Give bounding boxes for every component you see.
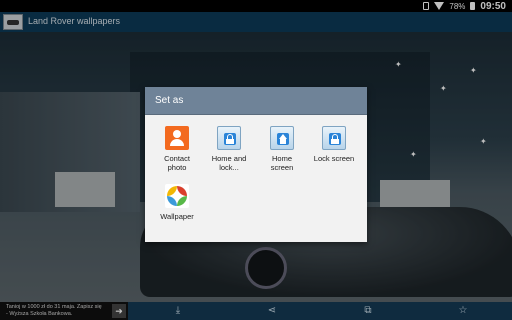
lock-badge-icon [224, 133, 236, 145]
option-label-line: Home [271, 154, 292, 163]
pinwheel-petal [167, 186, 177, 196]
option-label: Contact photo [151, 154, 203, 172]
option-label: Lock screen [308, 154, 360, 163]
option-home-and-lock[interactable]: Home and lock... [203, 126, 255, 172]
option-home-screen[interactable]: Home screen [256, 126, 308, 172]
option-lock-screen[interactable]: Lock screen [308, 126, 360, 163]
home-badge-icon [277, 133, 289, 145]
set-as-dialog: Set as Contact photo Home and lock... Ho… [145, 87, 367, 242]
option-label: Home screen [256, 154, 308, 172]
wallpaper-icon [165, 184, 189, 208]
option-label: Home and lock... [203, 154, 255, 172]
option-label-line: Contact [164, 154, 190, 163]
option-label-line: Home and [211, 154, 247, 163]
pinwheel-petal [167, 196, 177, 206]
set-as-options: Contact photo Home and lock... Home scre… [145, 114, 367, 242]
option-label-line: Lock screen [313, 154, 355, 163]
contact-icon [165, 126, 189, 150]
option-label-line: Wallpaper [160, 212, 194, 221]
option-label-line: screen [270, 163, 294, 172]
pinwheel-petal [177, 196, 187, 206]
option-contact-photo[interactable]: Contact photo [151, 126, 203, 172]
pinwheel-petal [177, 186, 187, 196]
home-and-lock-icon [217, 126, 241, 150]
option-label: Wallpaper [151, 212, 203, 221]
lock-screen-icon [322, 126, 346, 150]
option-label-line: photo [167, 163, 187, 172]
lock-badge-icon [329, 133, 341, 145]
option-wallpaper[interactable]: Wallpaper [151, 184, 203, 221]
dialog-header: Set as [145, 87, 367, 115]
option-label-line: lock... [219, 163, 239, 172]
dialog-title: Set as [155, 95, 184, 106]
home-screen-icon [270, 126, 294, 150]
